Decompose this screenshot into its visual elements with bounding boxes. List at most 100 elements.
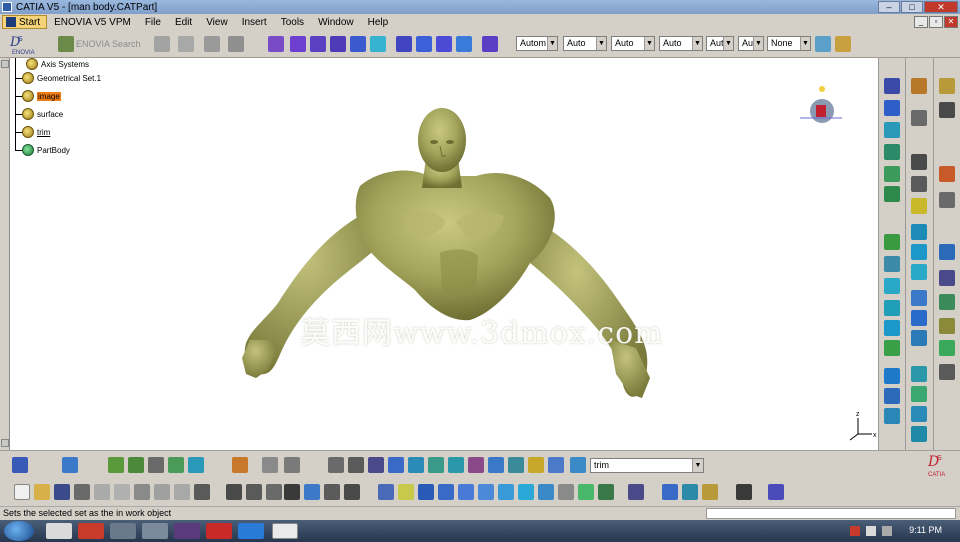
multi-section-icon[interactable] [884,408,900,424]
taskbar-app-5-icon[interactable] [174,523,200,539]
left-scroll-strip[interactable] [0,58,10,450]
copy-doc-icon[interactable] [114,484,130,500]
normal-to-icon[interactable] [408,457,424,473]
save-icon[interactable] [54,484,70,500]
comment-icon[interactable] [246,484,262,500]
tree-item-surface[interactable]: surface [22,108,63,120]
surface-extrude-icon[interactable] [268,36,284,52]
surface-offset-icon[interactable] [350,36,366,52]
tray-volume-icon[interactable] [882,526,892,536]
table-icon[interactable] [284,484,300,500]
print-icon[interactable] [74,484,90,500]
copy-icon[interactable] [232,457,248,473]
format-painter-icon[interactable] [835,36,851,52]
perspective-icon[interactable] [508,457,524,473]
quick-view-icon[interactable] [468,457,484,473]
helix-tool-icon[interactable] [884,256,900,272]
update-icon[interactable] [344,484,360,500]
redo-tool-icon[interactable] [228,36,244,52]
hide-show-icon[interactable] [108,457,124,473]
tree-item-trim[interactable]: trim [22,126,50,138]
sphere-surface-icon[interactable] [884,340,900,356]
undo-icon[interactable] [154,484,170,500]
doc-minimize-button[interactable]: _ [914,16,928,28]
measure-item-icon[interactable] [662,484,678,500]
normal-view-icon[interactable] [148,457,164,473]
boundary-tool-icon[interactable] [911,386,927,402]
taskbar-clock[interactable]: 9:11 PM [909,525,942,535]
hide-show-tool-icon[interactable] [578,484,594,500]
help-pointer-icon[interactable] [194,484,210,500]
maximize-button[interactable]: □ [901,1,923,13]
taskbar-app-6-icon[interactable] [206,523,232,539]
work-object-icon[interactable] [570,457,586,473]
scale-icon[interactable] [911,290,927,306]
point-dots-icon[interactable] [911,154,927,170]
swap-visible-icon[interactable] [128,457,144,473]
surface-revolve-icon[interactable] [290,36,306,52]
line-dots-icon[interactable] [911,176,927,192]
camera-icon[interactable] [736,484,752,500]
close-button[interactable]: ✕ [924,1,958,13]
fit-all-in-icon[interactable] [398,484,414,500]
datum-icon[interactable] [62,457,78,473]
projection-icon[interactable] [884,166,900,182]
zoom-in-icon[interactable] [458,484,474,500]
curvature-icon[interactable] [939,318,955,334]
tree-item-geometrical-set[interactable]: Geometrical Set.1 [22,72,101,84]
open-folder-icon[interactable] [34,484,50,500]
select-arrow-icon[interactable] [939,78,955,94]
view-mode-tool-icon[interactable] [558,484,574,500]
fill-surface-icon[interactable] [884,388,900,404]
doc-restore-button[interactable]: ▫ [929,16,943,28]
start-menu-button[interactable]: Start [2,15,48,29]
undo-tool-icon[interactable] [204,36,220,52]
healing-tool-icon[interactable] [911,110,927,126]
wrench-icon[interactable] [939,364,955,380]
menu-enovia[interactable]: ENOVIA V5 VPM [47,17,138,28]
paste-icon[interactable] [134,484,150,500]
taskbar-app-2-icon[interactable] [78,523,104,539]
fly-mode-icon[interactable] [328,457,344,473]
color-combo[interactable]: Autom ▼ [516,36,558,51]
doc-close-button[interactable]: ✕ [944,16,958,28]
extract-icon[interactable] [911,406,927,422]
curve-tool-icon[interactable] [884,234,900,250]
sketch-icon[interactable] [884,78,900,94]
axis-system-tool-icon[interactable] [12,457,28,473]
current-object-combo[interactable]: trim ▼ [590,458,704,473]
transform-icon[interactable] [482,36,498,52]
knowledge-icon[interactable] [266,484,282,500]
quick-view-tool-icon[interactable] [538,484,554,500]
intersection-icon[interactable] [884,186,900,202]
point-symbol-combo[interactable]: Aut ▼ [706,36,734,51]
measure-icon[interactable] [939,192,955,208]
extrapolate-icon[interactable] [911,366,927,382]
command-input[interactable] [706,508,956,519]
axis-to-axis-icon[interactable] [911,330,927,346]
menu-tools[interactable]: Tools [274,17,311,28]
menu-view[interactable]: View [199,17,235,28]
translate-icon[interactable] [911,224,927,240]
line-weight-combo[interactable]: Auto ▼ [611,36,655,51]
render-style-combo[interactable]: Aut ▼ [738,36,764,51]
rotate-tool-icon[interactable] [438,484,454,500]
tray-network-icon[interactable] [866,526,876,536]
menu-window[interactable]: Window [311,17,361,28]
windows-start-icon[interactable] [4,521,34,541]
scene-icon[interactable] [768,484,784,500]
shading-icon[interactable] [448,457,464,473]
grid-tool-icon[interactable] [178,36,194,52]
multi-view-icon[interactable] [168,457,184,473]
menu-insert[interactable]: Insert [235,17,274,28]
tree-item-axis-systems[interactable]: Axis Systems [26,58,89,70]
annotation-icon[interactable] [939,102,955,118]
normal-view-tool-icon[interactable] [498,484,514,500]
fit-all-icon[interactable] [428,457,444,473]
scroll-up-button[interactable] [1,60,9,68]
redo-icon[interactable] [174,484,190,500]
connect-checker-icon[interactable] [939,270,955,286]
view-mode-icon[interactable] [488,457,504,473]
trim-icon[interactable] [436,36,452,52]
cut-icon[interactable] [94,484,110,500]
